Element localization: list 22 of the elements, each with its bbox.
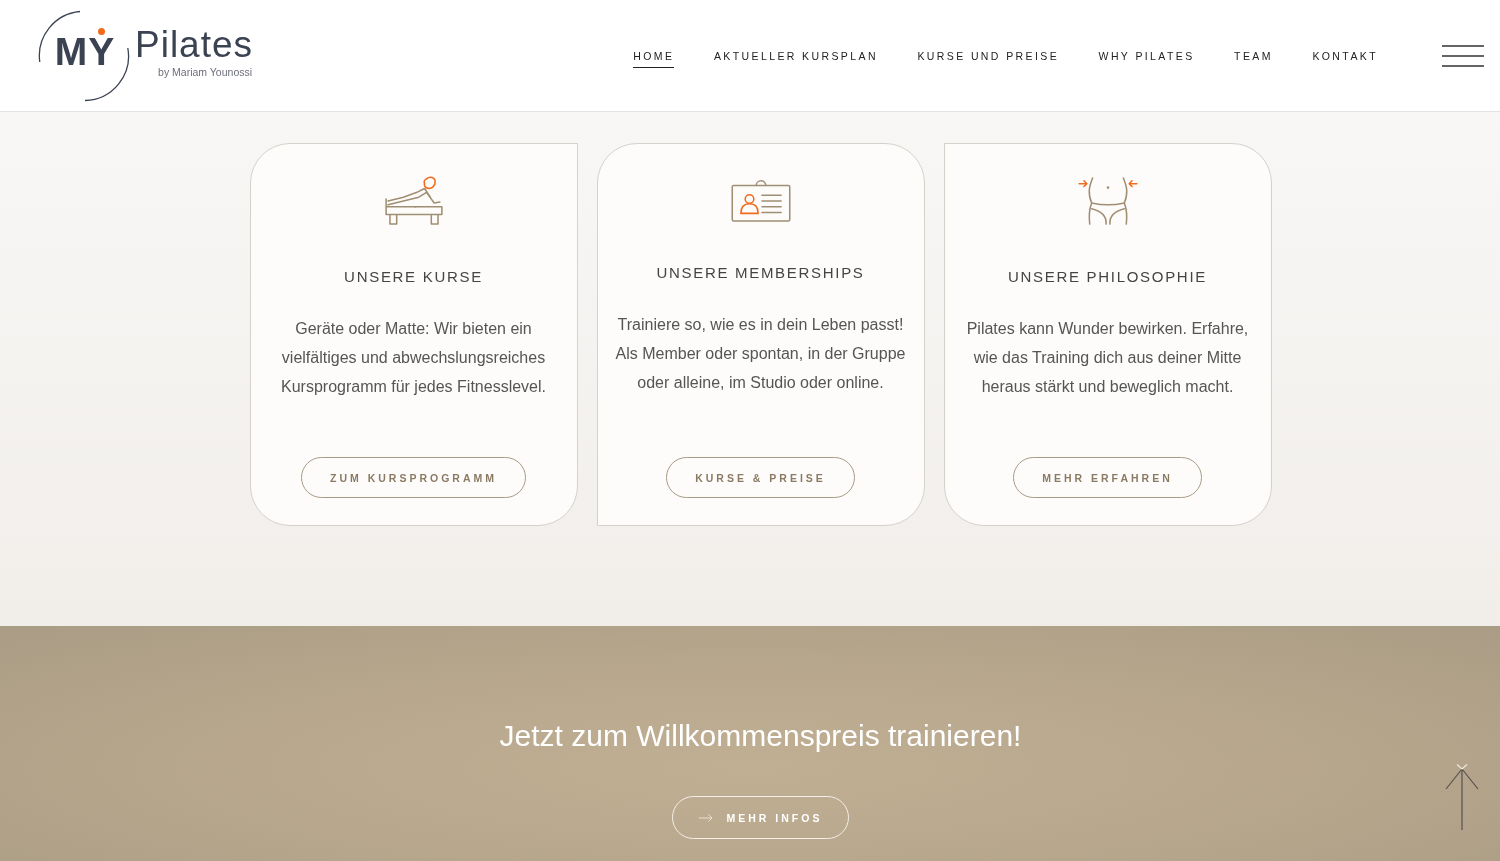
menu-icon[interactable]	[1442, 44, 1484, 67]
nav-link[interactable]: AKTUELLER KURSPLAN	[713, 50, 878, 68]
nav-link[interactable]: HOME	[633, 50, 675, 68]
waist-icon	[1077, 176, 1138, 226]
logo-tagline: by Mariam Younossi	[158, 66, 253, 79]
card-title: UNSERE PHILOSOPHIE	[1008, 267, 1207, 287]
logo-title: Pilates	[135, 24, 254, 66]
card-title: UNSERE MEMBERSHIPS	[656, 263, 865, 283]
card-text: Trainiere so, wie es in dein Leben passt! Als Member oder spontan, in der Gruppe oder alleine, im Studio oder online.	[615, 315, 906, 393]
card-text: Geräte oder Matte: Wir bieten ein vielfältiges und abwechslungsreiches Kursprogramm für jedes Fitnesslevel.	[281, 319, 546, 397]
bench-person-icon	[383, 176, 444, 226]
nav-link[interactable]: TEAM	[1234, 50, 1273, 68]
promo-heading: Jetzt zum Willkommenspreis trainieren!	[499, 718, 1022, 754]
card-title: UNSERE KURSE	[344, 267, 483, 287]
arrow-right-icon	[698, 813, 713, 822]
card-text: Pilates kann Wunder bewirken. Erfahre, wie das Training dich aus deiner Mitte heraus stärkt und beweglich macht.	[966, 319, 1249, 397]
nav-link[interactable]: KONTAKT	[1312, 50, 1378, 68]
logo-dot-icon	[98, 27, 105, 35]
nav-link[interactable]: WHY PILATES	[1098, 50, 1195, 68]
logo-mark: MY	[54, 36, 116, 67]
logo-ring-icon	[38, 9, 130, 102]
nav-link[interactable]: KURSE UND PREISE	[917, 50, 1060, 68]
